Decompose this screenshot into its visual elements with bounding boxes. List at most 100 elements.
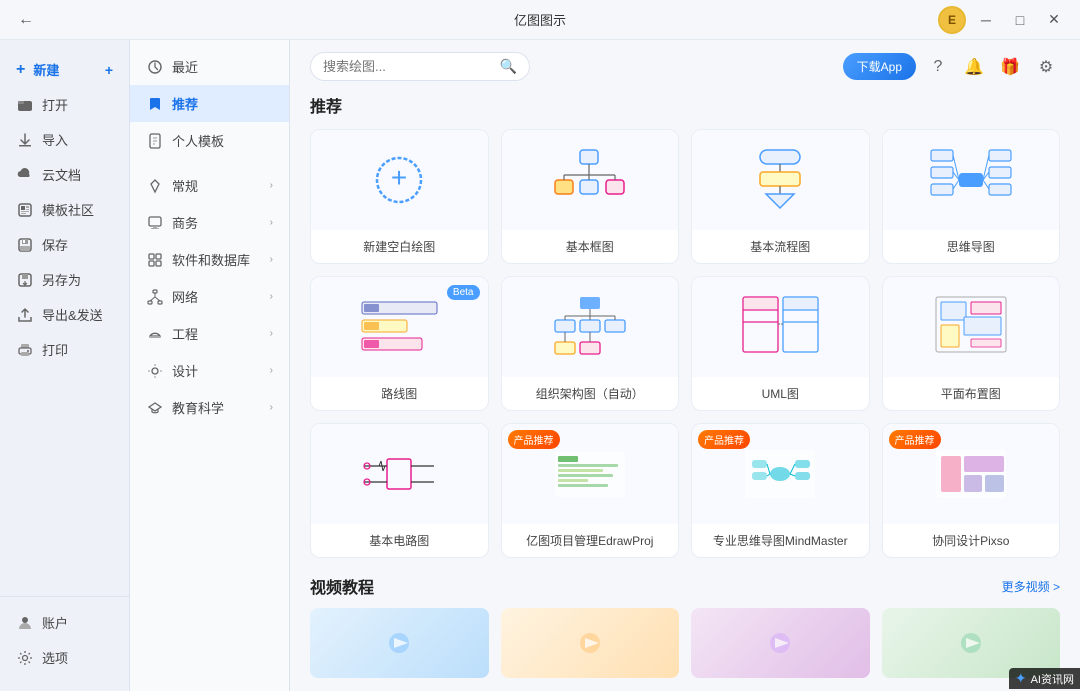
notification-button[interactable]: 🔔 — [960, 53, 988, 81]
card-label-circuit: 基本电路图 — [365, 524, 433, 557]
folder-icon — [16, 96, 34, 114]
maximize-button[interactable]: □ — [1006, 6, 1034, 34]
chevron-right-icon: › — [270, 180, 273, 191]
template-icon — [16, 201, 34, 219]
nav-item-business[interactable]: 商务 › — [130, 204, 289, 241]
video-card-2[interactable] — [501, 608, 680, 678]
header-actions: 下载App ? 🔔 🎁 ⚙ — [843, 53, 1060, 81]
more-videos-link[interactable]: 更多视频 > — [1002, 578, 1060, 595]
template-card-frame[interactable]: 基本框图 — [501, 129, 680, 264]
template-card-circuit[interactable]: 基本电路图 — [310, 423, 489, 558]
sidebar-item-cloud[interactable]: 云文档 — [0, 157, 129, 192]
card-img-edrawproj: 产品推荐 — [502, 424, 679, 524]
card-label-frame: 基本框图 — [562, 230, 618, 263]
open-label: 打开 — [42, 95, 68, 114]
card-label-mind: 思维导图 — [943, 230, 999, 263]
nav-item-general[interactable]: 常规 › — [130, 167, 289, 204]
chevron-right-icon7: › — [270, 402, 273, 413]
nav-item-recommend[interactable]: 推荐 — [130, 85, 289, 122]
template-card-flow[interactable]: 基本流程图 — [691, 129, 870, 264]
card-label-org: 组织架构图（自动） — [532, 377, 648, 410]
settings-icon — [16, 649, 34, 667]
recommend-title: 推荐 — [290, 89, 1080, 129]
template-card-mind[interactable]: 思维导图 — [882, 129, 1061, 264]
minimize-button[interactable]: ─ — [972, 6, 1000, 34]
template-card-edrawproj[interactable]: 产品推荐 亿图项目管理EdrawProj — [501, 423, 680, 558]
new-label: 新建 — [33, 60, 59, 79]
nav-item-network[interactable]: 网络 › — [130, 278, 289, 315]
card-img-mind — [883, 130, 1060, 230]
close-button[interactable]: ✕ — [1040, 6, 1068, 34]
sidebar-item-settings[interactable]: 选项 — [0, 640, 129, 675]
export-label: 导出&发送 — [42, 305, 103, 324]
content-header: 🔍 下载App ? 🔔 🎁 ⚙ — [290, 40, 1080, 89]
design-icon — [146, 362, 164, 380]
new-icon: + — [16, 61, 25, 79]
sidebar-item-print[interactable]: 打印 — [0, 332, 129, 367]
template-card-uml[interactable]: UML图 — [691, 276, 870, 411]
business-label: 商务 — [172, 213, 198, 232]
badge-product-pixso: 产品推荐 — [889, 430, 941, 449]
title-bar-left: ← — [12, 6, 40, 34]
badge-product-edrawproj: 产品推荐 — [508, 430, 560, 449]
video-card-1[interactable] — [310, 608, 489, 678]
diamond-icon — [146, 177, 164, 195]
card-img-frame — [502, 130, 679, 230]
sidebar-item-template[interactable]: 模板社区 — [0, 192, 129, 227]
card-img-uml — [692, 277, 869, 377]
app-layout: + 新建 + 打开 导入 云文档 — [0, 40, 1080, 691]
edu-icon — [146, 399, 164, 417]
nav-item-recent[interactable]: 最近 — [130, 48, 289, 85]
sidebar-item-open[interactable]: 打开 — [0, 87, 129, 122]
badge-product-mindmaster: 产品推荐 — [698, 430, 750, 449]
card-img-mindmaster: 产品推荐 — [692, 424, 869, 524]
account-icon — [16, 614, 34, 632]
template-card-route[interactable]: Beta 路线图 — [310, 276, 489, 411]
education-label: 教育科学 — [172, 398, 224, 417]
recommend-label: 推荐 — [172, 94, 198, 113]
video-card-3[interactable] — [691, 608, 870, 678]
back-button[interactable]: ← — [12, 6, 40, 34]
import-icon — [16, 131, 34, 149]
save-icon — [16, 236, 34, 254]
card-label-mindmaster: 专业思维导图MindMaster — [709, 524, 852, 557]
gear-button[interactable]: ⚙ — [1032, 53, 1060, 81]
sidebar-item-saveas[interactable]: 另存为 — [0, 262, 129, 297]
saveas-icon — [16, 271, 34, 289]
new-button[interactable]: + 新建 + — [0, 52, 129, 87]
nav-item-engineering[interactable]: 工程 › — [130, 315, 289, 352]
export-icon — [16, 306, 34, 324]
template-card-mindmaster[interactable]: 产品推荐 专业思维导图MindMaster — [691, 423, 870, 558]
video-section: 视频教程 更多视频 > — [290, 574, 1080, 678]
nav-item-personal[interactable]: 个人模板 — [130, 122, 289, 159]
search-input[interactable] — [323, 59, 494, 74]
card-img-circuit — [311, 424, 488, 524]
design-label: 设计 — [172, 361, 198, 380]
template-grid: + 新建空白绘图 — [290, 129, 1080, 574]
sidebar-item-export[interactable]: 导出&发送 — [0, 297, 129, 332]
account-label: 账户 — [42, 613, 68, 632]
template-card-layout[interactable]: 平面布置图 — [882, 276, 1061, 411]
card-img-layout — [883, 277, 1060, 377]
question-button[interactable]: ? — [924, 53, 952, 81]
nav-item-education[interactable]: 教育科学 › — [130, 389, 289, 426]
download-button[interactable]: 下载App — [843, 53, 916, 80]
nav-item-design[interactable]: 设计 › — [130, 352, 289, 389]
template-card-org[interactable]: 组织架构图（自动） — [501, 276, 680, 411]
print-icon — [16, 341, 34, 359]
sidebar-item-import[interactable]: 导入 — [0, 122, 129, 157]
avatar[interactable]: E — [938, 6, 966, 34]
main-content: 🔍 下载App ? 🔔 🎁 ⚙ 推荐 + 新建空白绘图 — [290, 40, 1080, 691]
template-label: 模板社区 — [42, 200, 94, 219]
template-card-new[interactable]: + 新建空白绘图 — [310, 129, 489, 264]
chevron-right-icon6: › — [270, 365, 273, 376]
gift-button[interactable]: 🎁 — [996, 53, 1024, 81]
sidebar-item-account[interactable]: 账户 — [0, 605, 129, 640]
cloud-label: 云文档 — [42, 165, 81, 184]
title-bar: ← 亿图图示 E ─ □ ✕ — [0, 0, 1080, 40]
card-img-new: + — [311, 130, 488, 230]
sidebar-item-save[interactable]: 保存 — [0, 227, 129, 262]
template-card-pixso[interactable]: 产品推荐 协同设计Pixso — [882, 423, 1061, 558]
nav-item-software[interactable]: 软件和数据库 › — [130, 241, 289, 278]
search-box: 🔍 — [310, 52, 530, 81]
